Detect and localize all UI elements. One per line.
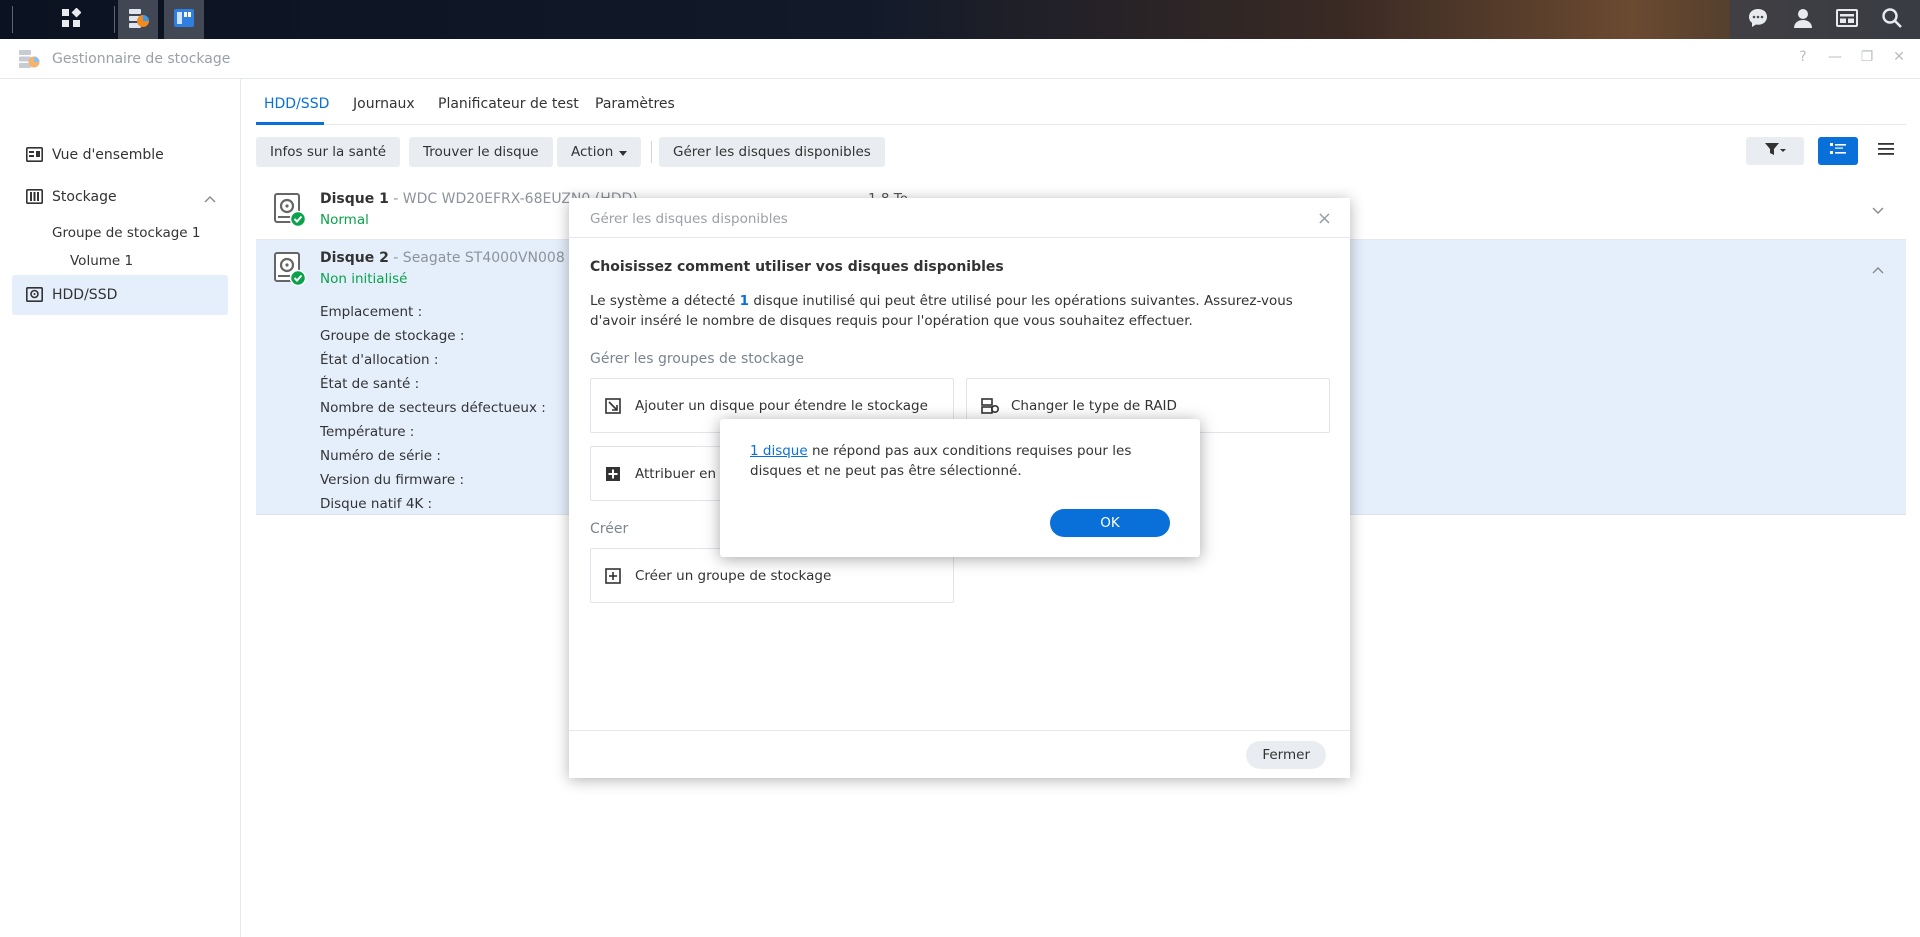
action-label: Action bbox=[571, 144, 614, 160]
filter-icon bbox=[1764, 142, 1786, 160]
tab-hdd-ssd[interactable]: HDD/SSD bbox=[264, 96, 329, 112]
manage-available-drives-button[interactable]: Gérer les disques disponibles bbox=[659, 137, 885, 167]
option-label: Attribuer en bbox=[635, 466, 717, 482]
option-label: Changer le type de RAID bbox=[1011, 398, 1177, 414]
sidebar-item-label: HDD/SSD bbox=[52, 287, 118, 303]
sidebar: Vue d'ensemble Stockage Groupe de stocka… bbox=[0, 79, 241, 937]
tab-bar: HDD/SSD Journaux Planificateur de test P… bbox=[256, 79, 1906, 125]
help-icon[interactable]: ? bbox=[1794, 49, 1812, 65]
taskbar-app-storage-manager[interactable] bbox=[118, 0, 158, 39]
list-view-button[interactable] bbox=[1818, 137, 1858, 165]
ineligible-disk-link[interactable]: 1 disque bbox=[750, 443, 808, 459]
detail-label-serial: Numéro de série : bbox=[320, 448, 441, 464]
hdd-status-ok-icon bbox=[274, 252, 307, 290]
dialog-footer: Fermer bbox=[569, 730, 1350, 778]
dialog-title: Gérer les disques disponibles bbox=[590, 211, 788, 227]
sidebar-item-volume-1[interactable]: Volume 1 bbox=[70, 253, 133, 269]
sidebar-item-label: Vue d'ensemble bbox=[52, 147, 164, 163]
widgets-icon[interactable] bbox=[1836, 7, 1859, 33]
section-title-manage-pools: Gérer les groupes de stockage bbox=[590, 351, 804, 367]
alert-popup: 1 disque ne répond pas aux conditions re… bbox=[720, 419, 1200, 557]
hdd-icon bbox=[26, 287, 43, 306]
compact-view-button[interactable] bbox=[1866, 137, 1906, 165]
maximize-icon[interactable]: ❐ bbox=[1858, 49, 1876, 65]
section-title-create: Créer bbox=[590, 521, 629, 537]
close-button[interactable]: Fermer bbox=[1246, 741, 1326, 769]
disk-model: - Seagate ST4000VN008 (H bbox=[388, 250, 586, 266]
add-box-icon bbox=[605, 466, 621, 486]
view-controls bbox=[1746, 137, 1906, 167]
tab-test-scheduler[interactable]: Planificateur de test bbox=[438, 96, 579, 112]
alert-message: 1 disque ne répond pas aux conditions re… bbox=[750, 441, 1170, 481]
disk-status: Normal bbox=[320, 212, 369, 228]
overview-icon bbox=[26, 147, 43, 166]
close-icon[interactable]: ✕ bbox=[1890, 49, 1908, 65]
plus-box-icon bbox=[605, 568, 621, 588]
disk-name: Disque 1 bbox=[320, 191, 389, 207]
filter-button[interactable] bbox=[1746, 137, 1804, 165]
sidebar-item-label: Stockage bbox=[52, 189, 117, 205]
window-title: Gestionnaire de stockage bbox=[52, 51, 231, 67]
detail-label-4k-native: Disque natif 4K : bbox=[320, 496, 433, 512]
detail-label-bad-sectors: Nombre de secteurs défectueux : bbox=[320, 400, 546, 416]
main-menu-button[interactable] bbox=[50, 0, 92, 39]
apps-grid-icon bbox=[61, 7, 82, 32]
dialog-heading: Choisissez comment utiliser vos disques … bbox=[590, 259, 1004, 275]
taskbar-separator bbox=[12, 6, 13, 33]
search-icon[interactable] bbox=[1881, 7, 1903, 33]
disk-status: Non initialisé bbox=[320, 271, 408, 287]
storage-icon bbox=[26, 189, 43, 208]
user-icon[interactable] bbox=[1792, 7, 1814, 33]
detail-label-allocation: État d'allocation : bbox=[320, 352, 439, 368]
sidebar-item-storage[interactable]: Stockage bbox=[12, 177, 228, 217]
taskbar-app-package-center[interactable] bbox=[164, 0, 204, 39]
disk-name: Disque 2 bbox=[320, 250, 389, 266]
chevron-down-icon[interactable] bbox=[1872, 203, 1884, 219]
sidebar-item-storage-pool-1[interactable]: Groupe de stockage 1 bbox=[52, 225, 200, 241]
sidebar-item-hdd-ssd[interactable]: HDD/SSD bbox=[12, 275, 228, 315]
detail-label-location: Emplacement : bbox=[320, 304, 423, 320]
storage-manager-icon bbox=[126, 6, 150, 34]
tab-logs[interactable]: Journaux bbox=[353, 96, 415, 112]
dialog-header: Gérer les disques disponibles × bbox=[569, 198, 1350, 238]
find-disk-button[interactable]: Trouver le disque bbox=[409, 137, 553, 167]
option-label: Ajouter un disque pour étendre le stocka… bbox=[635, 398, 928, 414]
taskbar bbox=[0, 0, 1920, 39]
disk-title: Disque 2 - Seagate ST4000VN008 (H bbox=[320, 250, 585, 266]
window-controls: ? — ❐ ✕ bbox=[1794, 49, 1908, 65]
taskbar-tray bbox=[1730, 0, 1920, 39]
action-dropdown-button[interactable]: Action bbox=[557, 137, 642, 167]
taskbar-separator bbox=[114, 6, 115, 33]
detail-label-storage-pool: Groupe de stockage : bbox=[320, 328, 465, 344]
detail-label-temperature: Température : bbox=[320, 424, 415, 440]
close-icon[interactable]: × bbox=[1317, 208, 1332, 229]
alert-text: ne répond pas aux conditions requises po… bbox=[750, 443, 1132, 479]
sidebar-item-overview[interactable]: Vue d'ensemble bbox=[12, 135, 228, 175]
hdd-status-ok-icon bbox=[274, 193, 307, 231]
package-center-icon bbox=[172, 6, 196, 34]
compact-list-icon bbox=[1878, 142, 1894, 160]
description-part: Le système a détecté bbox=[590, 293, 740, 309]
chevron-up-icon[interactable] bbox=[204, 191, 216, 207]
toolbar-separator bbox=[651, 141, 652, 163]
detail-list-icon bbox=[1830, 142, 1846, 160]
minimize-icon[interactable]: — bbox=[1826, 49, 1844, 65]
active-tab-indicator bbox=[256, 122, 324, 125]
tab-settings[interactable]: Paramètres bbox=[595, 96, 675, 112]
raid-icon bbox=[981, 398, 1000, 418]
detail-label-health: État de santé : bbox=[320, 376, 420, 392]
chevron-up-icon[interactable] bbox=[1872, 262, 1884, 278]
dialog-description: Le système a détecté 1 disque inutilisé … bbox=[590, 291, 1330, 331]
ok-button[interactable]: OK bbox=[1050, 509, 1170, 537]
window-titlebar: Gestionnaire de stockage ? — ❐ ✕ bbox=[0, 39, 1920, 79]
caret-down-icon bbox=[619, 144, 628, 160]
expand-icon bbox=[605, 398, 621, 418]
chat-icon[interactable] bbox=[1747, 7, 1769, 33]
health-info-button[interactable]: Infos sur la santé bbox=[256, 137, 401, 167]
option-label: Créer un groupe de stockage bbox=[635, 568, 832, 584]
storage-manager-icon bbox=[18, 49, 40, 73]
detail-label-firmware: Version du firmware : bbox=[320, 472, 465, 488]
unused-disk-count: 1 bbox=[739, 293, 750, 309]
